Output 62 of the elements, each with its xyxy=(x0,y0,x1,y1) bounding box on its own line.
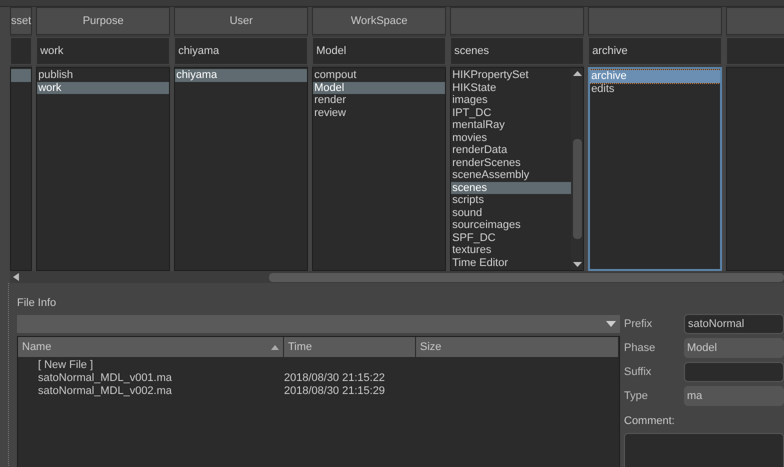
list-item[interactable] xyxy=(11,69,32,82)
list-item[interactable]: SPF_DC xyxy=(451,232,572,244)
column-header: sset xyxy=(10,7,32,35)
list-item[interactable]: Model xyxy=(313,82,446,94)
list-item[interactable]: scripts xyxy=(451,194,572,206)
filter-field[interactable]: Model xyxy=(312,37,446,65)
file-name[interactable]: satoNormal_MDL_v002.ma xyxy=(38,385,172,397)
list-item[interactable]: publish xyxy=(37,69,170,82)
list-item[interactable]: chiyama xyxy=(175,69,308,82)
list-item[interactable]: scenes xyxy=(451,182,572,194)
list-item[interactable]: compout xyxy=(313,69,446,82)
list-item[interactable]: HIKPropertySet xyxy=(451,69,572,82)
scroll-up-icon[interactable] xyxy=(572,71,582,76)
list-item[interactable]: edits xyxy=(590,82,720,95)
scrollbar-thumb[interactable] xyxy=(572,139,582,239)
file-name[interactable]: [ New File ] xyxy=(38,359,94,371)
list-item[interactable]: textures xyxy=(451,244,572,256)
column-header: User xyxy=(174,7,308,35)
column-header[interactable]: Time xyxy=(288,338,312,356)
dropdown[interactable]: ma xyxy=(684,386,784,406)
horizontal-scrollbar-thumb[interactable] xyxy=(268,272,784,282)
list-item[interactable]: sound xyxy=(451,206,572,219)
list-item[interactable]: movies xyxy=(451,132,572,144)
list-item[interactable]: renderScenes xyxy=(451,156,572,169)
text-field[interactable]: satoNormal xyxy=(684,314,784,334)
text-field[interactable] xyxy=(684,362,784,382)
dropdown[interactable]: Model xyxy=(684,338,784,358)
list-item[interactable]: render xyxy=(313,94,446,106)
list-item[interactable]: Time Editor xyxy=(451,256,572,269)
filter-field[interactable]: archive xyxy=(588,37,722,65)
column-header[interactable]: Name xyxy=(22,338,52,356)
scroll-left-icon[interactable] xyxy=(13,273,19,281)
field-label: Suffix xyxy=(624,364,652,380)
list-item[interactable]: sourceimages xyxy=(451,219,572,232)
field-label: Type xyxy=(624,388,649,404)
filter-field[interactable]: chiyama xyxy=(174,37,308,65)
field-label: Prefix xyxy=(624,316,654,332)
comment-field[interactable] xyxy=(624,433,784,467)
filter-field[interactable]: work xyxy=(36,37,170,65)
path-dropdown[interactable] xyxy=(17,315,620,333)
filter-field[interactable]: scenes xyxy=(450,37,584,65)
column-header[interactable]: Size xyxy=(420,338,442,356)
field-label: Phase xyxy=(624,340,656,356)
file-time: 2018/08/30 21:15:29 xyxy=(284,385,385,397)
sort-icon xyxy=(271,344,279,350)
file-name[interactable]: satoNormal_MDL_v001.ma xyxy=(38,372,172,384)
filter-field[interactable] xyxy=(10,37,32,65)
list-item[interactable]: review xyxy=(313,106,446,119)
list-item[interactable]: IPT_DC xyxy=(451,106,572,119)
file-time: 2018/08/30 21:15:22 xyxy=(284,372,385,384)
column-header: WorkSpace xyxy=(312,7,446,35)
list-item[interactable]: sceneAssembly xyxy=(451,169,572,182)
list-item[interactable]: images xyxy=(451,94,572,106)
section-title: File Info xyxy=(17,296,58,311)
column-header: Purpose xyxy=(36,7,170,35)
list-item[interactable]: HIKState xyxy=(451,82,572,94)
comment-label: Comment: xyxy=(624,414,676,429)
list-item[interactable]: renderData xyxy=(451,144,572,156)
scroll-down-icon[interactable] xyxy=(572,262,582,267)
dropdown-arrow-icon xyxy=(606,321,616,327)
list-item[interactable]: work xyxy=(37,82,170,94)
list-item[interactable]: mentalRay xyxy=(451,119,572,132)
